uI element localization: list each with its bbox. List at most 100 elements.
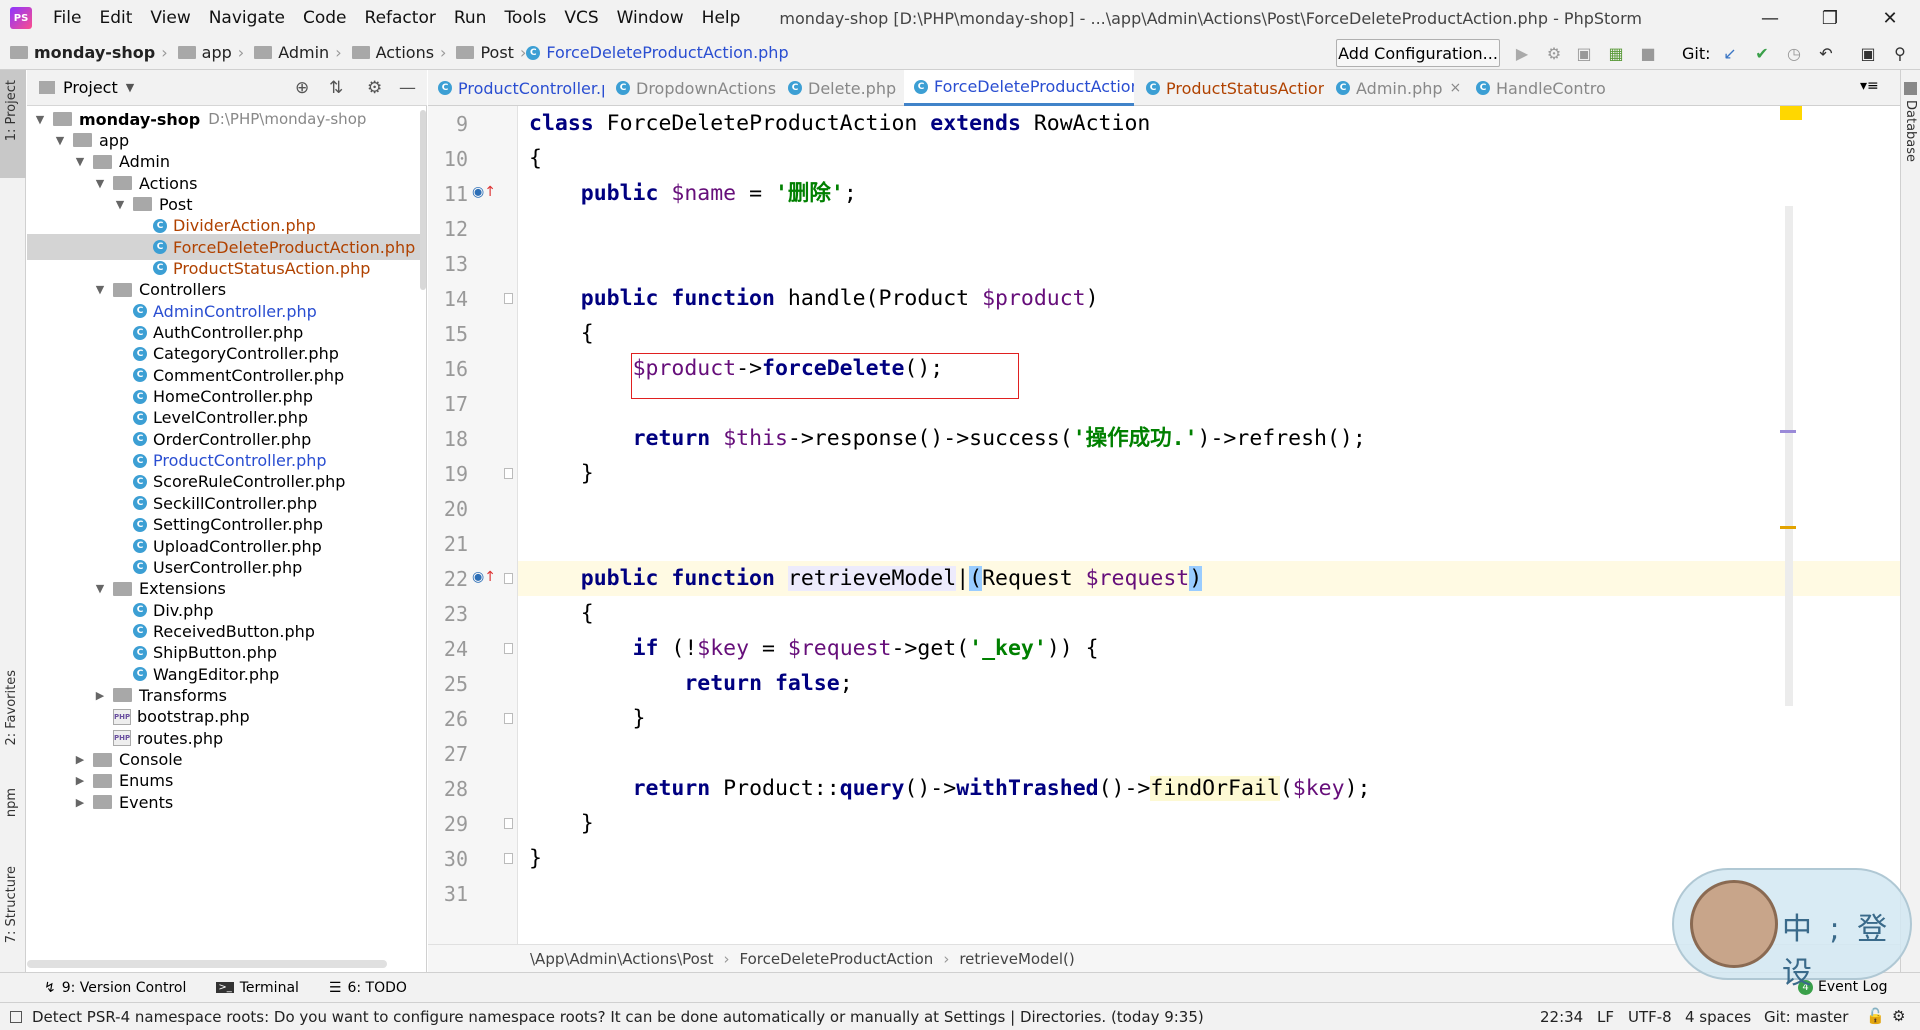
line-separator[interactable]: LF [1597,1008,1614,1026]
editor-tab[interactable]: CProductStatusAction.php× [1136,70,1324,106]
collapse-arrow-icon[interactable]: ▶ [73,774,87,787]
database-tool-tab[interactable]: Database [1903,100,1918,162]
profile-icon[interactable]: ▦ [1606,44,1626,64]
hide-panel-icon[interactable]: — [399,78,416,98]
menu-vcs[interactable]: VCS [555,8,607,28]
stop-icon[interactable]: ■ [1638,44,1658,64]
breadcrumb-class[interactable]: ForceDeleteProductAction [740,950,934,968]
locate-file-icon[interactable]: ⊕ [295,78,309,98]
version-control-tab[interactable]: 9: Version Control [62,980,187,996]
code-line[interactable]: return $this->response()->success('操作成功.… [529,421,1366,456]
tree-scrollbar[interactable] [420,110,426,290]
menu-run[interactable]: Run [445,8,496,28]
close-icon[interactable]: ✕ [1860,0,1920,36]
search-everywhere-icon[interactable]: ⚲ [1890,44,1910,64]
editor-scrollbar[interactable] [1785,206,1793,706]
menu-code[interactable]: Code [294,8,356,28]
nav-crumb-1[interactable]: app › [168,43,244,62]
status-toggle-icon[interactable] [10,1010,22,1023]
code-line[interactable]: public $name = '删除'; [529,176,857,211]
expand-arrow-icon[interactable]: ▼ [113,198,127,211]
fold-marker-icon[interactable] [504,293,513,304]
code-line[interactable]: return false; [529,666,852,701]
todo-tab[interactable]: 6: TODO [347,980,406,996]
nav-crumb-2[interactable]: Admin › [244,43,342,62]
editor-tab[interactable]: C HandleControlle [1466,70,1606,106]
fold-marker-icon[interactable] [504,818,513,829]
add-configuration-button[interactable]: Add Configuration... [1336,39,1500,67]
tree-horizontal-scrollbar[interactable] [27,960,387,968]
editor-tab[interactable]: CDelete.php× [778,70,902,106]
collapse-arrow-icon[interactable]: ▶ [73,753,87,766]
nav-crumb-0[interactable]: monday-shop › [0,43,168,62]
caret-position[interactable]: 22:34 [1540,1008,1583,1026]
file-encoding[interactable]: UTF-8 [1628,1008,1672,1026]
override-marker-icon[interactable]: ◉↑ [472,569,496,585]
history-icon[interactable]: ◷ [1784,44,1804,64]
menu-refactor[interactable]: Refactor [356,8,445,28]
project-title[interactable]: Project [63,78,118,97]
nav-crumb-4[interactable]: Post › [446,43,526,62]
breadcrumb-method[interactable]: retrieveModel() [959,950,1074,968]
terminal-tab[interactable]: Terminal [240,980,299,996]
code-line[interactable]: } [529,841,542,876]
menu-edit[interactable]: Edit [90,8,141,28]
code-line[interactable]: { [529,316,594,351]
code-line[interactable]: } [529,701,646,736]
editor-tab[interactable]: C Admin.php × [1326,70,1464,106]
warning-indicator-icon[interactable] [1780,106,1802,120]
git-update-icon[interactable]: ↙ [1720,44,1740,64]
code-line[interactable]: } [529,806,594,841]
menu-tools[interactable]: Tools [495,8,555,28]
menu-view[interactable]: View [141,8,199,28]
expand-arrow-icon[interactable]: ▼ [73,155,87,168]
editor-tab[interactable]: CDropdownActions.php× [606,70,776,106]
code-line[interactable]: return Product::query()->withTrashed()->… [529,771,1370,806]
fold-marker-icon[interactable] [504,643,513,654]
project-tool-tab[interactable]: 1: Project [4,80,19,141]
fold-marker-icon[interactable] [504,713,513,724]
nav-crumb-5[interactable]: C ForceDeleteProductAction.php [526,43,789,62]
indent-setting[interactable]: 4 spaces [1685,1008,1751,1026]
debug-icon[interactable]: ⚙ [1544,44,1564,64]
code-line[interactable]: } [529,456,594,491]
menu-window[interactable]: Window [608,8,693,28]
editor-tab[interactable]: CForceDeleteProductAction.php× [904,70,1134,106]
tab-list-icon[interactable]: ▾≡ [1860,78,1879,94]
favorites-tool-tab[interactable]: 2: Favorites [4,670,19,746]
tree-item[interactable]: ▶ Events [27,789,426,815]
coverage-icon[interactable]: ▣ [1574,44,1594,64]
menu-help[interactable]: Help [693,8,750,28]
fold-marker-icon[interactable] [504,853,513,864]
code-line[interactable]: public function retrieveModel|(Request $… [529,561,1203,596]
collapse-all-icon[interactable]: ⇅ [329,78,343,98]
collapse-arrow-icon[interactable]: ▶ [73,796,87,809]
menu-navigate[interactable]: Navigate [200,8,294,28]
memory-indicator-icon[interactable]: ⚙ [1892,1007,1905,1025]
code-line[interactable]: if (!$key = $request->get('_key')) { [529,631,1099,666]
collapse-arrow-icon[interactable]: ▶ [93,689,107,702]
expand-arrow-icon[interactable]: ▼ [93,582,107,595]
code-line[interactable]: class ForceDeleteProductAction extends R… [529,106,1150,141]
structure-tool-tab[interactable]: 7: Structure [4,866,19,943]
minimize-icon[interactable]: — [1740,0,1800,36]
expand-arrow-icon[interactable]: ▼ [93,177,107,190]
expand-arrow-icon[interactable]: ▼ [33,113,47,126]
expand-arrow-icon[interactable]: ▼ [93,283,107,296]
expand-arrow-icon[interactable]: ▼ [53,134,67,147]
fold-marker-icon[interactable] [504,573,513,584]
maximize-icon[interactable]: ❐ [1800,0,1860,36]
git-branch[interactable]: Git: master [1764,1008,1848,1026]
status-message[interactable]: Detect PSR-4 namespace roots: Do you wan… [32,1008,1204,1026]
rollback-icon[interactable]: ↶ [1816,44,1836,64]
menu-file[interactable]: File [44,8,90,28]
nav-crumb-3[interactable]: Actions › [342,43,446,62]
npm-tool-tab[interactable]: npm [4,788,19,817]
code-line[interactable]: { [529,141,542,176]
editor-tab[interactable]: CProductController.php× [428,70,604,106]
code-line[interactable]: { [529,596,594,631]
lock-icon[interactable]: 🔓 [1866,1007,1885,1025]
override-marker-icon[interactable]: ◉↑ [472,184,496,200]
project-structure-icon[interactable]: ▣ [1858,44,1878,64]
fold-marker-icon[interactable] [504,468,513,479]
